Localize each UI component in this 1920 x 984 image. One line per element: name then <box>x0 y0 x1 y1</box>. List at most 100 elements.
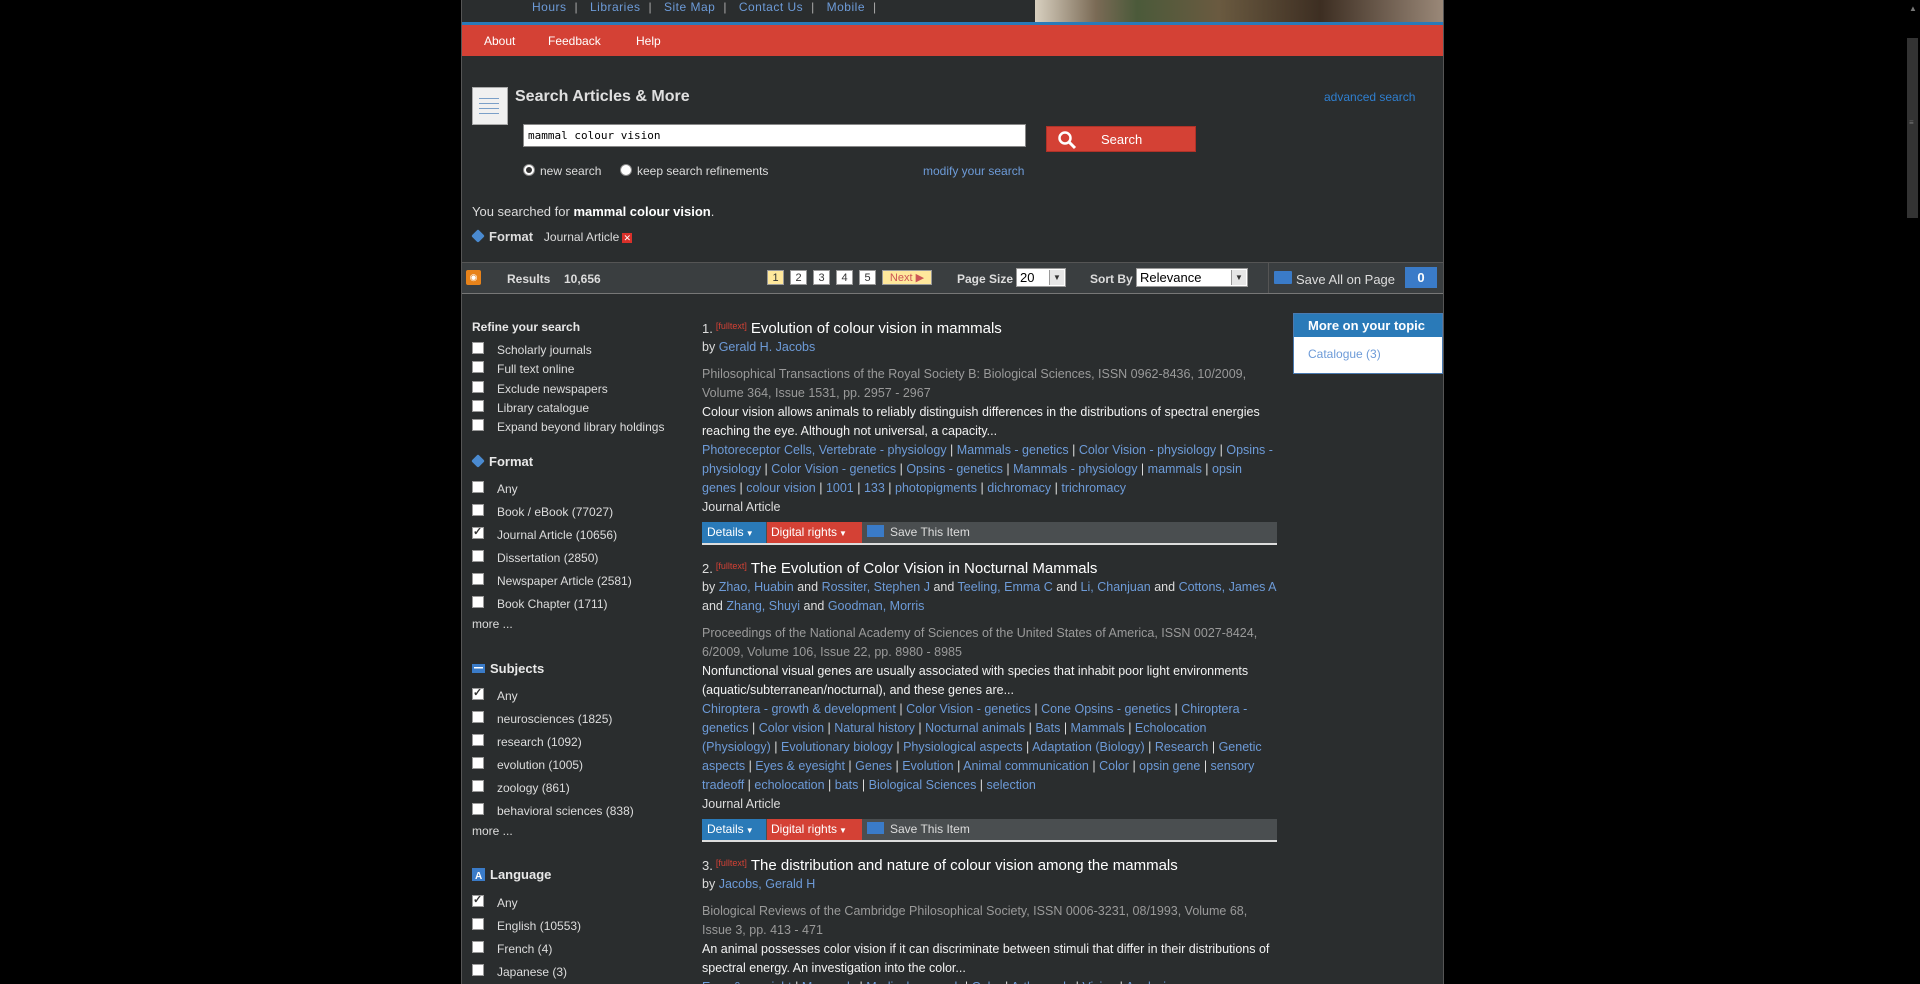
subject-link[interactable]: Color Vision - genetics <box>771 462 896 476</box>
search-input[interactable] <box>523 124 1026 147</box>
subject-link[interactable]: Adaptation (Biology) <box>1032 740 1145 754</box>
checkbox[interactable] <box>472 342 484 354</box>
subject-link[interactable]: Genes <box>855 759 892 773</box>
subject-link[interactable]: Mammals - genetics <box>957 443 1069 457</box>
subject-link[interactable]: Opsins - genetics <box>906 462 1003 476</box>
details-button[interactable]: Details ▼ <box>702 522 766 543</box>
subject-link[interactable]: mammals <box>1148 462 1202 476</box>
subject-link[interactable]: Mammals <box>802 980 856 984</box>
subject-link[interactable]: trichromacy <box>1061 481 1126 495</box>
checkbox[interactable] <box>472 573 484 585</box>
subject-link[interactable]: Color Vision - genetics <box>906 702 1031 716</box>
author-link[interactable]: Gerald H. Jacobs <box>719 340 816 354</box>
author-link[interactable]: Li, Chanjuan <box>1081 580 1151 594</box>
subject-link[interactable]: echolocation <box>754 778 824 792</box>
link-libraries[interactable]: Libraries <box>590 0 641 14</box>
page-size-select[interactable]: 20 ▼ <box>1016 268 1066 287</box>
language-option[interactable]: Any <box>472 893 518 910</box>
subject-link[interactable]: Physiological aspects <box>903 740 1023 754</box>
details-button[interactable]: Details ▼ <box>702 819 766 840</box>
subject-option[interactable]: behavioral sciences (838) <box>472 803 634 818</box>
scroll-up-icon[interactable]: ▲ <box>1909 4 1917 13</box>
subject-link[interactable]: Mammals - physiology <box>1013 462 1137 476</box>
subject-link[interactable]: Color <box>1099 759 1129 773</box>
subject-link[interactable]: Nocturnal animals <box>925 721 1025 735</box>
scrollbar[interactable]: ▲ ≡ <box>1905 0 1920 984</box>
fulltext-badge[interactable]: [fulltext] <box>716 858 747 868</box>
save-item-button[interactable]: Save This Item <box>867 522 970 543</box>
search-button[interactable]: Search <box>1046 126 1196 152</box>
format-more-link[interactable]: more ... <box>472 617 513 631</box>
subject-link[interactable]: Eyes & eyesight <box>702 980 792 984</box>
result-title[interactable]: Evolution of colour vision in mammals <box>751 320 1002 337</box>
remove-filter-icon[interactable]: ✕ <box>622 233 633 243</box>
checkbox[interactable] <box>472 419 484 432</box>
refine-option[interactable]: Exclude newspapers <box>472 380 608 396</box>
saved-items-count[interactable]: 0 <box>1405 267 1437 288</box>
subject-link[interactable]: Natural history <box>834 721 915 735</box>
link-contact-us[interactable]: Contact Us <box>739 0 803 14</box>
subject-link[interactable]: selection <box>987 778 1036 792</box>
checkbox[interactable] <box>472 596 484 608</box>
page-5[interactable]: 5 <box>859 270 876 285</box>
subject-link[interactable]: photopigments <box>895 481 977 495</box>
subject-option[interactable]: neurosciences (1825) <box>472 711 612 726</box>
checkbox[interactable] <box>472 550 484 562</box>
format-option[interactable]: Book Chapter (1711) <box>472 596 608 611</box>
checkbox[interactable] <box>472 525 484 539</box>
checkbox[interactable] <box>472 686 484 700</box>
checkbox[interactable] <box>472 803 484 815</box>
refine-option[interactable]: Full text online <box>472 361 574 376</box>
link-mobile[interactable]: Mobile <box>827 0 865 14</box>
radio-new-search[interactable]: new search <box>523 164 601 178</box>
result-title[interactable]: The Evolution of Color Vision in Nocturn… <box>751 560 1098 577</box>
nav-feedback[interactable]: Feedback <box>548 34 601 48</box>
refine-option[interactable]: Scholarly journals <box>472 342 592 357</box>
checkbox[interactable] <box>472 964 484 976</box>
checkbox[interactable] <box>472 361 484 374</box>
subject-link[interactable]: 1001 <box>826 481 854 495</box>
subject-option[interactable]: evolution (1005) <box>472 757 583 772</box>
subject-link[interactable]: colour vision <box>746 481 815 495</box>
format-option[interactable]: Dissertation (2850) <box>472 550 598 565</box>
advanced-search-link[interactable]: advanced search <box>1324 90 1415 104</box>
author-link[interactable]: Zhang, Shuyi <box>726 599 800 613</box>
subject-link[interactable]: Evolution <box>902 759 953 773</box>
scroll-thumb[interactable] <box>1907 38 1918 218</box>
subject-link[interactable]: Color vision <box>759 721 824 735</box>
author-link[interactable]: Zhao, Huabin <box>719 580 794 594</box>
checkbox[interactable] <box>472 380 484 393</box>
checkbox[interactable] <box>472 711 484 723</box>
sort-by-select[interactable]: Relevance ▼ <box>1136 268 1248 287</box>
save-item-button[interactable]: Save This Item <box>867 819 970 840</box>
link-site-map[interactable]: Site Map <box>664 0 715 14</box>
catalogue-link[interactable]: Catalogue (3) <box>1294 337 1442 361</box>
subject-link[interactable]: bats <box>835 778 859 792</box>
subject-link[interactable]: Evolutionary biology <box>781 740 893 754</box>
subject-link[interactable]: Eyes & eyesight <box>755 759 845 773</box>
subject-link[interactable]: Arthropods <box>1011 980 1072 984</box>
author-link[interactable]: Cottons, James A <box>1179 580 1276 594</box>
save-all-button[interactable]: Save All on Page <box>1268 263 1409 293</box>
format-option[interactable]: Journal Article (10656) <box>472 525 617 542</box>
language-option[interactable]: Japanese (3) <box>472 964 567 979</box>
format-option[interactable]: Any <box>472 481 518 496</box>
result-title[interactable]: The distribution and nature of colour vi… <box>751 857 1178 874</box>
language-option[interactable]: English (10553) <box>472 918 581 933</box>
subjects-more-link[interactable]: more ... <box>472 824 513 838</box>
subject-link[interactable]: opsin gene <box>1139 759 1200 773</box>
subject-link[interactable]: Bats <box>1035 721 1060 735</box>
refine-option[interactable]: Expand beyond library holdings <box>472 419 664 434</box>
checkbox[interactable] <box>472 757 484 769</box>
fulltext-badge[interactable]: [fulltext] <box>716 321 747 331</box>
subject-option[interactable]: research (1092) <box>472 734 582 749</box>
author-link[interactable]: Rossiter, Stephen J <box>822 580 930 594</box>
subject-link[interactable]: Vision <box>1082 980 1116 984</box>
radio-keep-refinements[interactable]: keep search refinements <box>620 164 768 178</box>
checkbox[interactable] <box>472 941 484 953</box>
refine-option[interactable]: Library catalogue <box>472 399 589 415</box>
rss-icon[interactable]: ◉ <box>466 270 481 285</box>
nav-help[interactable]: Help <box>636 34 661 48</box>
subject-link[interactable]: Cone Opsins - genetics <box>1041 702 1171 716</box>
page-3[interactable]: 3 <box>813 270 830 285</box>
